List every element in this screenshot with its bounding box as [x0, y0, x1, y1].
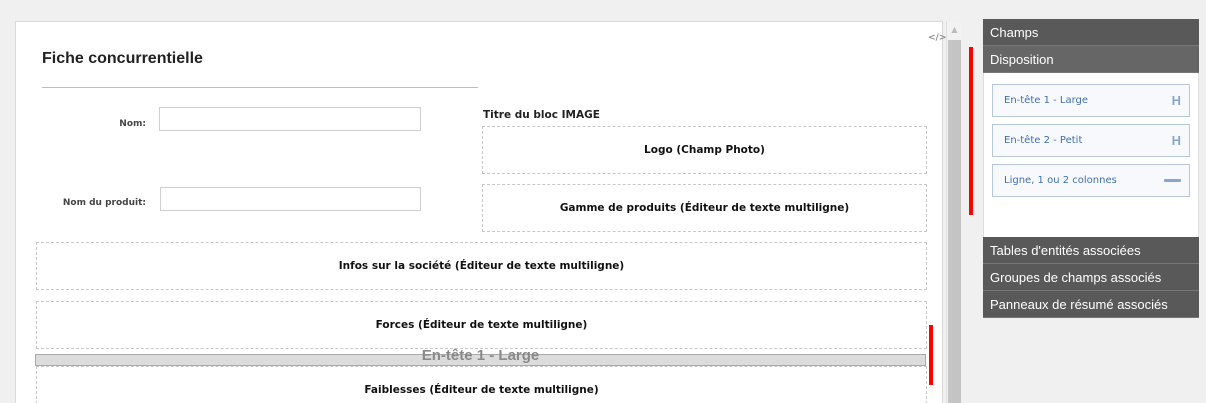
nom-produit-label: Nom du produit:: [62, 198, 146, 208]
heading-icon: H: [1171, 133, 1181, 148]
form-canvas: Fiche concurrentielle Nom: Nom du produi…: [15, 21, 943, 403]
logo-field[interactable]: Logo (Champ Photo): [482, 126, 927, 174]
forces-label: Forces (Éditeur de texte multiligne): [375, 319, 588, 331]
insert-marker-canvas: [929, 325, 933, 385]
heading-icon: H: [1171, 93, 1181, 108]
form-title: Fiche concurrentielle: [42, 50, 203, 67]
panel-header-disposition[interactable]: Disposition: [983, 46, 1199, 73]
nom-input[interactable]: [159, 107, 421, 131]
nom-label: Nom:: [119, 119, 146, 129]
image-block-title: Titre du bloc IMAGE: [483, 109, 600, 121]
title-divider: [42, 87, 478, 88]
layout-item-ligne[interactable]: Ligne, 1 ou 2 colonnes: [992, 164, 1190, 197]
layout-item-label: En-tête 2 - Petit: [1004, 135, 1083, 146]
layout-item-entete-large[interactable]: En-tête 1 - Large H: [992, 84, 1190, 117]
faiblesses-label: Faiblesses (Éditeur de texte multiligne): [364, 384, 599, 396]
nom-produit-input[interactable]: [160, 187, 421, 211]
layout-side-panel: Champs Disposition En-tête 1 - Large H E…: [983, 19, 1199, 318]
layout-item-label: En-tête 1 - Large: [1004, 95, 1089, 106]
layout-item-label: Ligne, 1 ou 2 colonnes: [1004, 175, 1117, 186]
canvas-scrollbar[interactable]: ▲: [946, 21, 961, 403]
scroll-up-arrow-icon[interactable]: ▲: [947, 25, 962, 37]
logo-field-label: Logo (Champ Photo): [644, 144, 765, 156]
code-view-icon[interactable]: </>: [928, 33, 946, 43]
disposition-panel-body: En-tête 1 - Large H En-tête 2 - Petit H …: [983, 73, 1199, 237]
infos-societe-label: Infos sur la société (Éditeur de texte m…: [338, 260, 625, 272]
form-designer: Fiche concurrentielle Nom: Nom du produi…: [0, 0, 1206, 403]
layout-item-entete-petit[interactable]: En-tête 2 - Petit H: [992, 124, 1190, 157]
insert-marker-panel: [969, 47, 973, 215]
faiblesses-field[interactable]: Faiblesses (Éditeur de texte multiligne): [36, 366, 927, 403]
drop-indicator-label: En-tête 1 - Large: [421, 347, 540, 364]
row-bar-icon: [1164, 179, 1181, 182]
gamme-produits-field[interactable]: Gamme de produits (Éditeur de texte mult…: [482, 184, 927, 232]
forces-field[interactable]: Forces (Éditeur de texte multiligne): [36, 301, 927, 349]
scroll-thumb[interactable]: [948, 40, 961, 403]
panel-header-panneaux[interactable]: Panneaux de résumé associés: [983, 291, 1199, 318]
gamme-produits-label: Gamme de produits (Éditeur de texte mult…: [559, 202, 850, 214]
infos-societe-field[interactable]: Infos sur la société (Éditeur de texte m…: [36, 242, 927, 290]
drop-indicator: En-tête 1 - Large: [35, 347, 926, 366]
panel-header-tables[interactable]: Tables d'entités associées: [983, 237, 1199, 264]
panel-header-champs[interactable]: Champs: [983, 19, 1199, 46]
panel-header-groupes[interactable]: Groupes de champs associés: [983, 264, 1199, 291]
